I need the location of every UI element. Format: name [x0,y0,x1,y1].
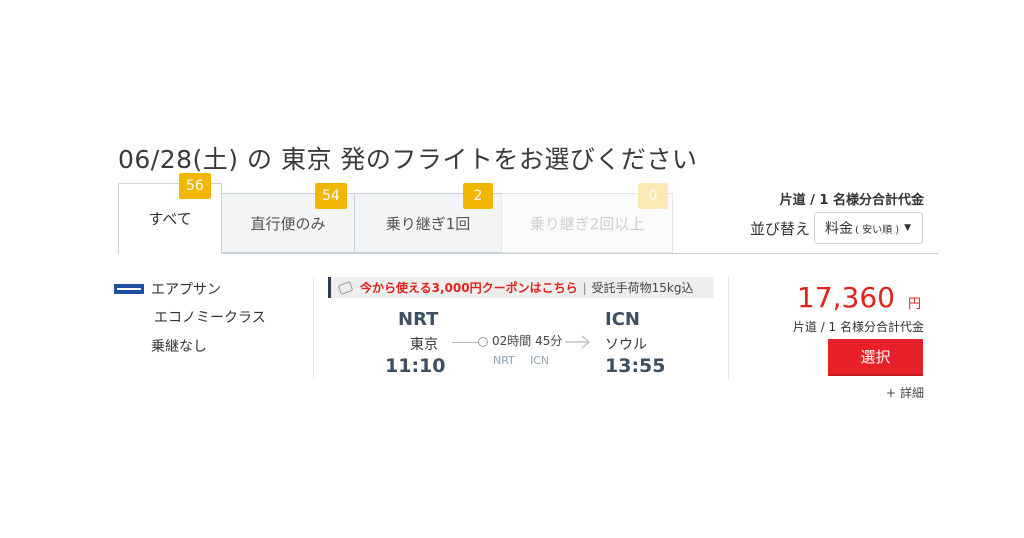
column-divider [728,277,729,379]
tab-count-badge: 0 [638,183,668,209]
tab-label: 乗り継ぎ2回以上 [529,214,645,233]
depart-city: 東京 [410,337,438,353]
sort-label: 並び替え [750,220,811,238]
select-button[interactable]: 選択 [828,339,923,374]
arrow-right-icon [565,335,590,349]
tab-count-badge: 2 [463,183,493,209]
coupon-link[interactable]: 今から使える3,000円クーポンはこちら [360,279,578,296]
tab-label: 乗り継ぎ1回 [385,214,471,233]
tab-label: 直行便のみ [250,214,326,233]
tab-count-badge: 56 [179,173,211,199]
sort-dropdown[interactable]: 料金 ( 安い順 ) ▼ [814,212,923,244]
arrive-city: ソウル [605,337,647,353]
tab-label: すべて [148,210,192,228]
tabs-divider [118,253,938,254]
plus-icon: + [885,386,896,400]
sort-selected-value: 料金 [825,221,853,237]
flight-search-results: 06/28(土) の 東京 発のフライトをお選びください 56 すべて 54 直… [0,0,1024,538]
depart-airport-code: NRT [398,309,439,330]
tag-icon [337,280,354,295]
coupon-separator: | [582,280,587,295]
arrive-time: 13:55 [605,355,666,377]
chevron-down-icon: ▼ [904,223,912,233]
airline-name: エアプサン [151,282,221,298]
currency-unit: 円 [908,297,922,312]
sort-selected-sub: ( 安い順 ) [855,224,900,236]
tab-two-plus-stops: 0 乗り継ぎ2回以上 [501,183,673,253]
price-basis-note: 片道 / 1 名様分合計代金 [792,320,924,334]
flight-duration: 02時間 45分 [492,334,563,348]
tab-one-stop[interactable]: 2 乗り継ぎ1回 [354,183,502,253]
column-divider [313,277,314,379]
tab-direct-only[interactable]: 54 直行便のみ [221,183,355,253]
details-link[interactable]: + 詳細 [886,384,924,401]
fare-price: 17,360 [797,281,895,314]
details-label: 詳細 [899,386,924,400]
arrive-airport-code: ICN [605,309,640,330]
depart-time: 11:10 [385,355,446,377]
via-airport-destination: ICN [530,354,550,367]
transfer-info: 乗継なし [151,339,207,355]
cabin-class: エコノミークラス [154,310,266,326]
route-line [452,342,479,343]
tab-all[interactable]: 56 すべて [118,173,222,254]
luggage-info: 受託手荷物15kg込 [591,281,694,295]
page-title: 06/28(土) の 東京 発のフライトをお選びください [118,145,698,174]
price-basis-label: 片道 / 1 名様分合計代金 [779,193,924,208]
coupon-banner[interactable]: 今から使える3,000円クーポンはこちら | 受託手荷物15kg込 [328,277,714,298]
tab-count-badge: 54 [315,183,347,209]
clock-icon [478,337,488,347]
airline-logo [114,284,144,294]
via-airport-origin: NRT [493,354,515,367]
